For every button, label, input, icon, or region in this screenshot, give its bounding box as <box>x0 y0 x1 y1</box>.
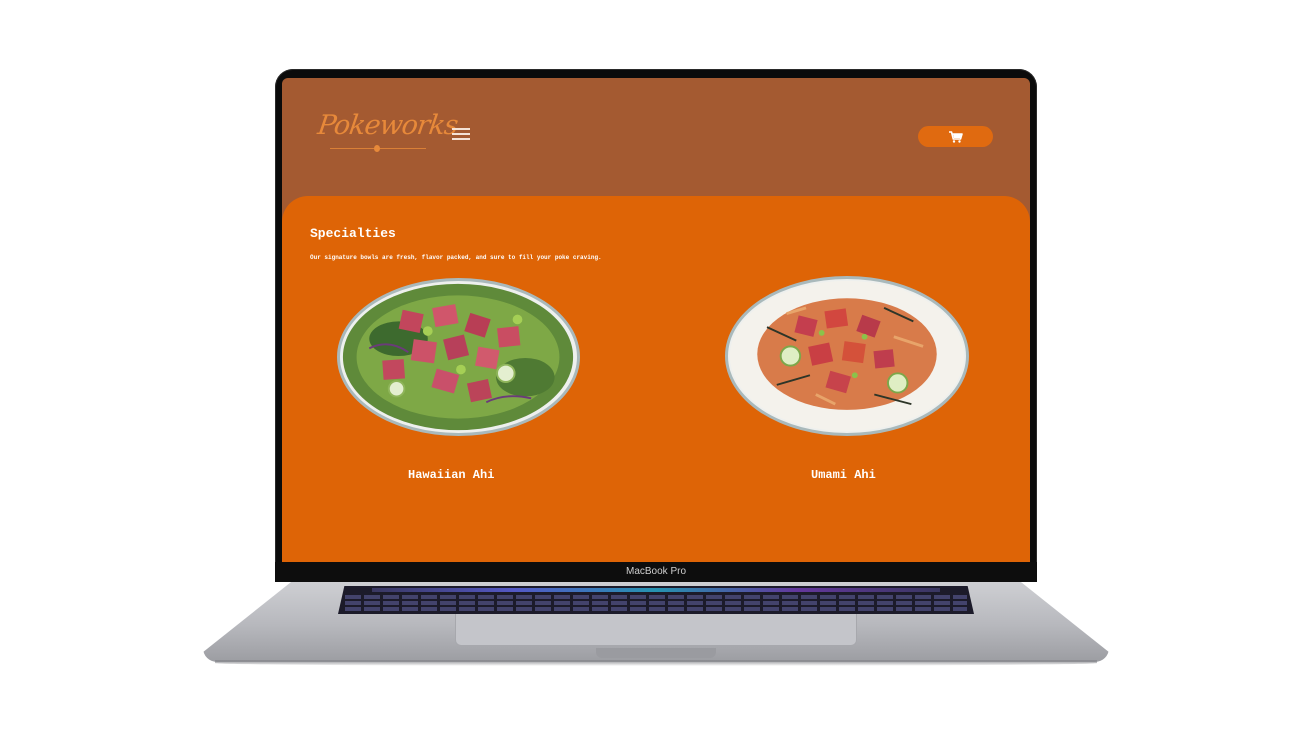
trackpad <box>455 614 857 646</box>
pokeworks-logo[interactable]: Pokeworks <box>315 110 460 160</box>
hawaiian-ahi-bowl-image[interactable] <box>337 278 580 436</box>
screen-bezel-bottom: MacBook Pro <box>275 562 1037 582</box>
logo-hawaii-icon <box>374 145 380 152</box>
cart-button[interactable] <box>918 126 993 147</box>
umami-ahi-bowl-image[interactable] <box>725 276 969 436</box>
hamburger-menu-icon[interactable] <box>452 128 470 142</box>
bowl-illustration <box>342 283 574 431</box>
keyboard-row <box>345 595 967 599</box>
laptop-shadow <box>215 660 1097 666</box>
browser-screen: Pokeworks Specialties Our signature bowl… <box>282 78 1030 562</box>
laptop-mockup: Pokeworks Specialties Our signature bowl… <box>0 0 1312 738</box>
section-description: Our signature bowls are fresh, flavor pa… <box>310 254 602 261</box>
keyboard-row <box>345 607 967 611</box>
bowl-illustration <box>729 280 965 432</box>
shopping-cart-icon <box>948 130 963 143</box>
umami-ahi-label[interactable]: Umami Ahi <box>811 468 876 482</box>
logo-text: Pokeworks <box>315 110 460 141</box>
touch-bar <box>372 588 940 592</box>
keyboard-row <box>345 601 967 605</box>
site-header: Pokeworks <box>282 78 1030 196</box>
macbook-pro-label: MacBook Pro <box>625 566 687 577</box>
lid-notch <box>596 648 716 658</box>
section-heading: Specialties <box>310 226 396 241</box>
hawaiian-ahi-label[interactable]: Hawaiian Ahi <box>408 468 494 482</box>
